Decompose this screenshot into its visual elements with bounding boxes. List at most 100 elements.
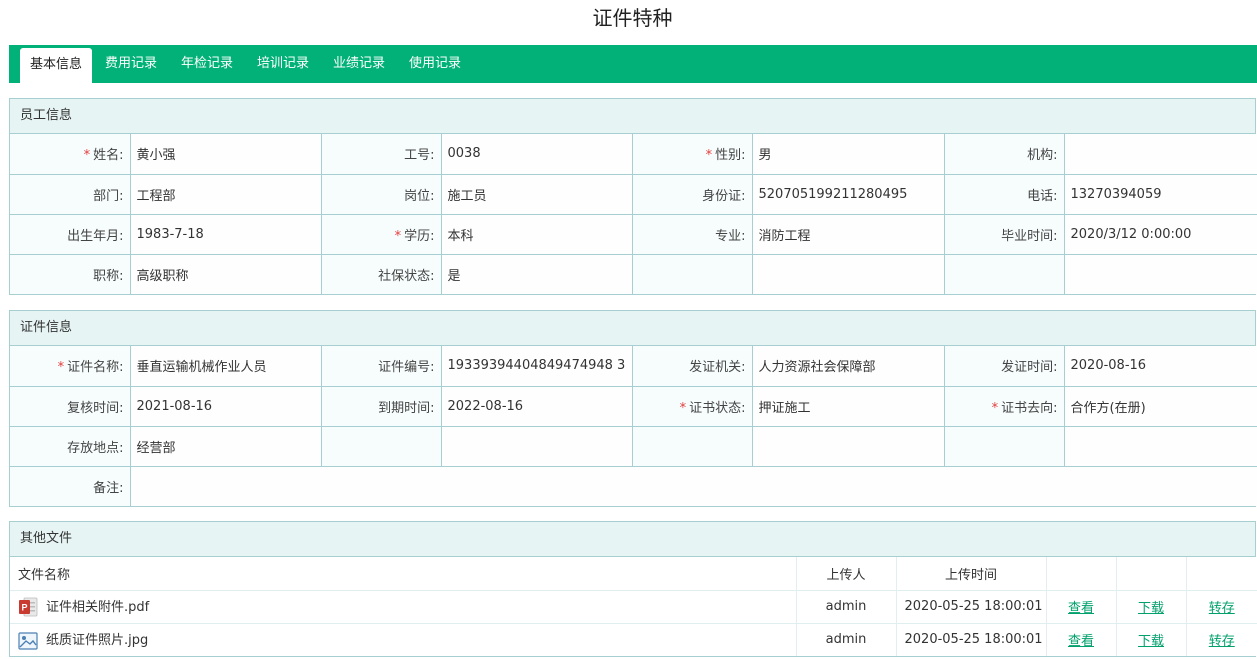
certificate-info-panel: 证件信息 * 证件名称: 垂直运输机械作业人员 证件编号: 19339394404…: [9, 310, 1257, 507]
cert-destination-value: 合作方(在册): [1064, 386, 1257, 427]
issuer-value: 人力资源社会保障部: [752, 346, 945, 387]
tab-bar: 基本信息 费用记录 年检记录 培训记录 业绩记录 使用记录: [9, 45, 1257, 83]
employee-info-heading: 员工信息: [10, 99, 1255, 134]
empty-cell: [944, 254, 1065, 294]
col-action: [1186, 557, 1257, 591]
org-label: 机构:: [944, 134, 1065, 175]
issue-date-label: 发证时间:: [944, 346, 1065, 387]
empty-cell: [441, 426, 633, 467]
graduation-value: 2020/3/12 0:00:00: [1064, 214, 1257, 255]
phone-label: 电话:: [944, 174, 1065, 215]
empty-cell: [321, 426, 442, 467]
empty-cell: [1064, 426, 1257, 467]
cert-no-label: 证件编号:: [321, 346, 442, 387]
files-table: 文件名称 上传人 上传时间 P 证件相关附件.pdf admin 2020-05…: [10, 557, 1257, 656]
issue-date-value: 2020-08-16: [1064, 346, 1257, 387]
page-title: 证件特种: [592, 6, 673, 30]
post-value: 施工员: [441, 174, 633, 215]
empty-cell: [632, 254, 753, 294]
id-card-value: 520705199211280495: [752, 174, 945, 215]
file-name: 纸质证件照片.jpg: [46, 633, 149, 648]
tab-annual-inspection[interactable]: 年检记录: [181, 45, 233, 83]
job-no-label: 工号:: [321, 134, 442, 175]
review-date-value: 2021-08-16: [130, 386, 322, 427]
review-date-label: 复核时间:: [10, 386, 131, 427]
file-name-cell: P 证件相关附件.pdf: [10, 590, 797, 624]
tab-basic-info[interactable]: 基本信息: [20, 48, 92, 83]
file-name: 证件相关附件.pdf: [46, 599, 150, 615]
certificate-info-table: * 证件名称: 垂直运输机械作业人员 证件编号: 1933939440484947…: [10, 346, 1257, 506]
post-label: 岗位:: [321, 174, 442, 215]
birth-label: 出生年月:: [10, 214, 131, 255]
col-action: [1116, 557, 1187, 591]
col-upload-time: 上传时间: [896, 557, 1047, 591]
required-mark: *: [991, 400, 999, 416]
empty-cell: [944, 426, 1065, 467]
col-uploader: 上传人: [796, 557, 897, 591]
pdf-file-icon: P: [18, 597, 38, 617]
storage-location-label: 存放地点:: [10, 426, 131, 467]
other-files-panel: 其他文件 文件名称 上传人 上传时间 P 证件相关附件.pdf admin 20…: [9, 521, 1257, 657]
cert-no-value: 19339394404849474948 3: [441, 346, 633, 387]
save-to-link[interactable]: 转存: [1209, 601, 1235, 616]
dept-label: 部门:: [10, 174, 131, 215]
employee-info-table: * 姓名: 黄小强 工号: 0038 * 性别: 男 机构: 部门: 工程部 岗位:…: [10, 134, 1257, 294]
save-to-link[interactable]: 转存: [1209, 634, 1235, 649]
employee-info-panel: 员工信息 * 姓名: 黄小强 工号: 0038 * 性别: 男 机构: 部门: 工程…: [9, 98, 1257, 295]
other-files-heading: 其他文件: [10, 522, 1255, 557]
files-header-row: 文件名称 上传人 上传时间: [10, 557, 1257, 591]
certificate-info-heading: 证件信息: [10, 311, 1255, 346]
phone-value: 13270394059: [1064, 174, 1257, 215]
social-security-value: 是: [441, 254, 633, 294]
remark-value: [130, 466, 1257, 506]
uploader-cell: admin: [796, 590, 897, 624]
tab-usage-records[interactable]: 使用记录: [409, 45, 461, 83]
cert-destination-label: * 证书去向:: [944, 386, 1065, 427]
required-mark: *: [679, 400, 687, 416]
dept-value: 工程部: [130, 174, 322, 215]
view-link[interactable]: 查看: [1068, 601, 1094, 616]
education-value: 本科: [441, 214, 633, 255]
org-value: [1064, 134, 1257, 175]
job-title-value: 高级职称: [130, 254, 322, 294]
tab-cost-records[interactable]: 费用记录: [105, 45, 157, 83]
id-card-label: 身份证:: [632, 174, 753, 215]
gender-value: 男: [752, 134, 945, 175]
image-file-icon: [18, 631, 38, 651]
expire-date-label: 到期时间:: [321, 386, 442, 427]
name-label: * 姓名:: [10, 134, 131, 175]
social-security-label: 社保状态:: [321, 254, 442, 294]
job-no-value: 0038: [441, 134, 633, 175]
expire-date-value: 2022-08-16: [441, 386, 633, 427]
svg-text:P: P: [21, 603, 27, 613]
tab-training-records[interactable]: 培训记录: [257, 45, 309, 83]
table-row: 纸质证件照片.jpg admin 2020-05-25 18:00:01 查看 …: [10, 623, 1257, 656]
table-row: P 证件相关附件.pdf admin 2020-05-25 18:00:01 查…: [10, 590, 1257, 624]
required-mark: *: [57, 360, 65, 376]
empty-cell: [752, 426, 945, 467]
cert-name-value: 垂直运输机械作业人员: [130, 346, 322, 387]
cert-name-label: * 证件名称:: [10, 346, 131, 387]
tab-performance-records[interactable]: 业绩记录: [333, 45, 385, 83]
upload-time-cell: 2020-05-25 18:00:01: [896, 623, 1047, 656]
major-value: 消防工程: [752, 214, 945, 255]
issuer-label: 发证机关:: [632, 346, 753, 387]
download-link[interactable]: 下载: [1138, 601, 1164, 616]
view-link[interactable]: 查看: [1068, 634, 1094, 649]
graduation-label: 毕业时间:: [944, 214, 1065, 255]
remark-label: 备注:: [10, 466, 131, 506]
education-label: * 学历:: [321, 214, 442, 255]
empty-cell: [1064, 254, 1257, 294]
gender-label: * 性别:: [632, 134, 753, 175]
col-file-name: 文件名称: [10, 557, 797, 591]
empty-cell: [632, 426, 753, 467]
col-action: [1046, 557, 1117, 591]
major-label: 专业:: [632, 214, 753, 255]
download-link[interactable]: 下载: [1138, 634, 1164, 649]
storage-location-value: 经营部: [130, 426, 322, 467]
empty-cell: [752, 254, 945, 294]
birth-value: 1983-7-18: [130, 214, 322, 255]
uploader-cell: admin: [796, 623, 897, 656]
required-mark: *: [83, 148, 91, 164]
upload-time-cell: 2020-05-25 18:00:01: [896, 590, 1047, 624]
